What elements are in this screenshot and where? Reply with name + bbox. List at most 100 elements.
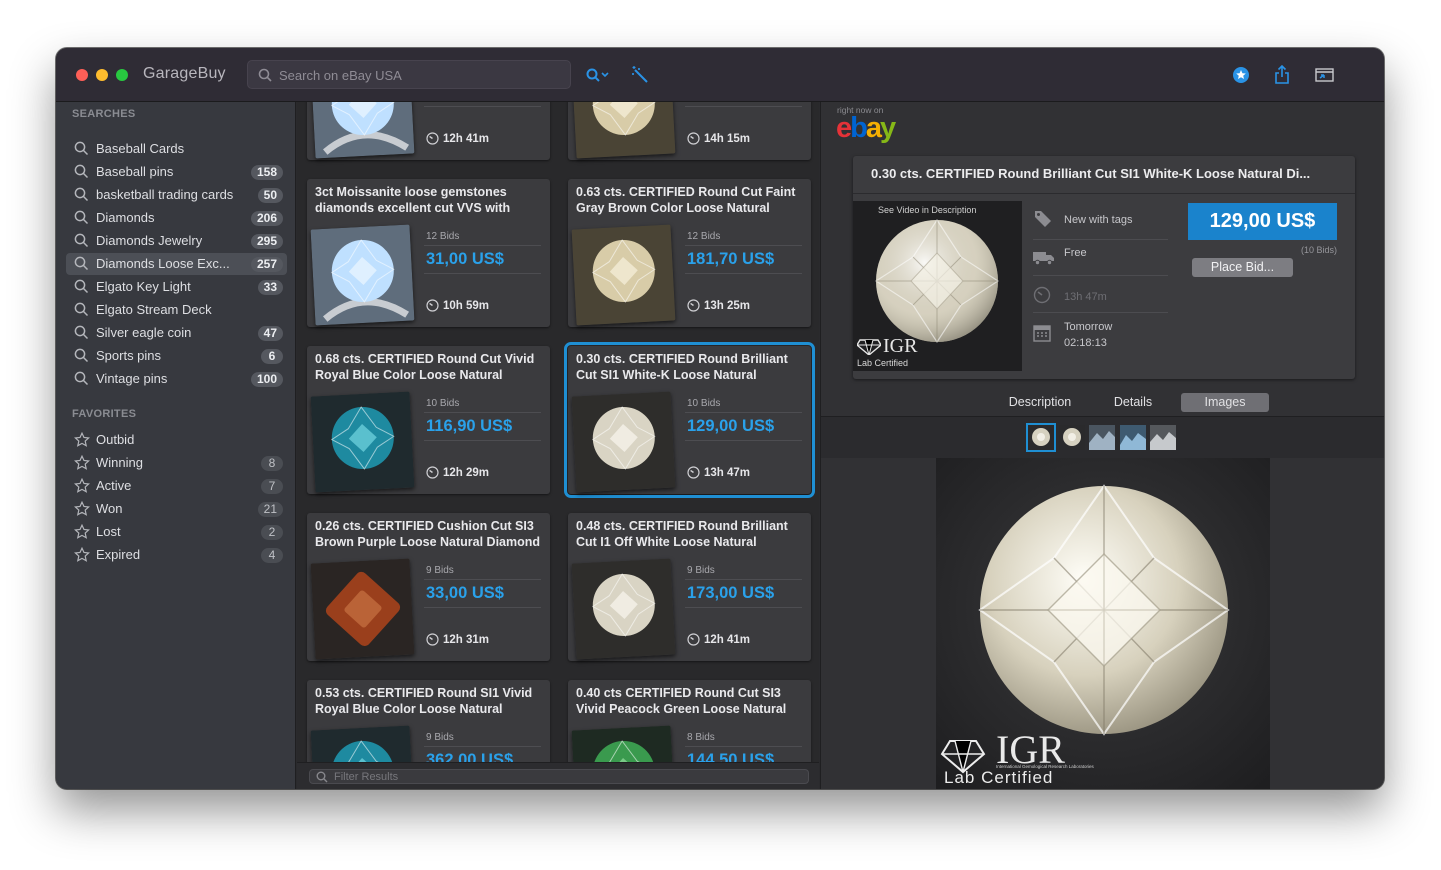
search-label: Silver eagle coin <box>96 325 192 340</box>
image-thumbnail[interactable] <box>1026 423 1056 452</box>
listing-bids: 10 Bids <box>687 398 721 409</box>
count-badge: 47 <box>257 326 283 341</box>
favorites-button[interactable] <box>1229 64 1253 86</box>
listing-card[interactable]: 0.53 cts. CERTIFIED Round SI1 Vivid Roya… <box>307 680 550 762</box>
clock-icon <box>426 633 439 651</box>
count-badge: 100 <box>250 372 283 387</box>
count-badge: 50 <box>257 188 283 203</box>
timer-icon <box>1033 286 1051 304</box>
favorite-item[interactable]: Outbid <box>66 429 287 451</box>
tab-images[interactable]: Images <box>1181 393 1269 412</box>
filter-input[interactable]: Filter Results <box>309 769 809 784</box>
search-item[interactable]: Silver eagle coin 47 <box>66 322 287 344</box>
end-day-text: Tomorrow <box>1064 321 1113 333</box>
lab-certified-text: Lab Certified <box>857 358 909 368</box>
listing-thumbnail <box>310 391 415 493</box>
item-image[interactable]: See Video in Description IGR Lab Certifi… <box>853 201 1022 371</box>
listing-time-left: 12h 29m <box>443 467 490 479</box>
listing-title: 0.26 cts. CERTIFIED Cushion Cut SI3 Brow… <box>315 519 541 549</box>
listing-card[interactable]: 14h 15m <box>568 102 811 160</box>
open-window-button[interactable] <box>1312 64 1338 86</box>
search-label: Elgato Key Light <box>96 279 191 294</box>
count-badge: 4 <box>261 548 283 563</box>
tab-description[interactable]: Description <box>999 393 1081 412</box>
listing-title: 0.63 cts. CERTIFIED Round Cut Faint Gray… <box>576 185 796 215</box>
listing-card[interactable]: 0.48 cts. CERTIFIED Round Brilliant Cut … <box>568 513 811 661</box>
listing-card[interactable]: 3ct Moissanite loose gemstones diamonds … <box>307 179 550 327</box>
count-badge: 158 <box>250 165 283 180</box>
tab-details[interactable]: Details <box>1097 393 1169 412</box>
divider <box>424 579 541 580</box>
favorite-label: Expired <box>96 547 141 562</box>
listing-card[interactable]: 0.68 cts. CERTIFIED Round Cut Vivid Roya… <box>307 346 550 494</box>
count-badge: 295 <box>250 234 283 249</box>
search-item[interactable]: Sports pins 6 <box>66 345 287 367</box>
listing-thumbnail <box>571 391 676 493</box>
search-options-button[interactable] <box>584 64 612 86</box>
count-badge: 21 <box>257 502 283 517</box>
image-thumbnail[interactable] <box>1120 425 1146 450</box>
search-label: Baseball Cards <box>96 141 185 156</box>
count-badge: 8 <box>261 456 283 471</box>
large-item-image[interactable]: IGR International Gemological Research L… <box>936 458 1270 789</box>
favorite-item[interactable]: Expired 4 <box>66 544 287 566</box>
condition-text: New with tags <box>1064 214 1133 226</box>
close-window-button[interactable] <box>76 69 88 81</box>
divider <box>424 746 541 747</box>
listing-card[interactable]: 0.40 cts CERTIFIED Round Cut SI3 Vivid P… <box>568 680 811 762</box>
search-item[interactable]: Baseball pins 158 <box>66 161 287 183</box>
divider <box>424 245 541 246</box>
search-item[interactable]: Baseball Cards <box>66 138 287 160</box>
listing-thumbnail <box>310 725 415 762</box>
search-item[interactable]: Diamonds 206 <box>66 207 287 229</box>
listing-card[interactable]: 12h 41m <box>307 102 550 160</box>
divider <box>424 273 541 274</box>
image-caption: See Video in Description <box>878 205 977 215</box>
search-item[interactable]: basketball trading cards 50 <box>66 184 287 206</box>
search-item[interactable]: Vintage pins 100 <box>66 368 287 390</box>
search-item[interactable]: Elgato Stream Deck <box>66 299 287 321</box>
divider <box>424 412 541 413</box>
app-window: GarageBuy Search on eBay USA SEARCHES Ba… <box>56 48 1384 789</box>
search-label: Diamonds <box>96 210 155 225</box>
count-badge: 257 <box>250 257 283 272</box>
search-icon <box>74 302 89 322</box>
favorite-item[interactable]: Won 21 <box>66 498 287 520</box>
search-item[interactable]: Diamonds Loose Exc... 257 <box>66 253 287 275</box>
share-button[interactable] <box>1270 64 1294 86</box>
ebay-logo: ebay <box>836 112 896 144</box>
magic-wand-button[interactable] <box>628 64 652 86</box>
search-item[interactable]: Elgato Key Light 33 <box>66 276 287 298</box>
image-thumbnail[interactable] <box>1089 425 1115 450</box>
favorite-item[interactable]: Lost 2 <box>66 521 287 543</box>
favorite-item[interactable]: Winning 8 <box>66 452 287 474</box>
search-item[interactable]: Diamonds Jewelry 295 <box>66 230 287 252</box>
divider <box>685 106 802 107</box>
search-icon <box>74 141 89 161</box>
place-bid-button[interactable]: Place Bid... <box>1192 258 1293 277</box>
minimize-window-button[interactable] <box>96 69 108 81</box>
image-thumbnail[interactable] <box>1059 425 1085 450</box>
listing-thumbnail <box>571 224 676 326</box>
listing-card[interactable]: 0.63 cts. CERTIFIED Round Cut Faint Gray… <box>568 179 811 327</box>
star-icon <box>74 500 90 522</box>
search-icon <box>74 348 89 368</box>
search-label: Vintage pins <box>96 371 168 386</box>
image-thumbnail[interactable] <box>1150 425 1176 450</box>
listing-bids: 8 Bids <box>687 732 715 743</box>
zoom-window-button[interactable] <box>116 69 128 81</box>
listing-card[interactable]: 0.30 cts. CERTIFIED Round Brilliant Cut … <box>564 342 815 498</box>
listing-thumbnail <box>310 102 415 159</box>
search-label: Sports pins <box>96 348 162 363</box>
search-input[interactable]: Search on eBay USA <box>247 60 571 89</box>
favorite-label: Winning <box>96 455 143 470</box>
listing-card[interactable]: 0.26 cts. CERTIFIED Cushion Cut SI3 Brow… <box>307 513 550 661</box>
search-icon <box>74 371 89 391</box>
favorite-item[interactable]: Active 7 <box>66 475 287 497</box>
listing-time-left: 12h 41m <box>443 133 490 145</box>
app-title: GarageBuy <box>143 65 226 82</box>
search-label: Elgato Stream Deck <box>96 302 212 317</box>
favorite-label: Lost <box>96 524 121 539</box>
listing-title: 0.53 cts. CERTIFIED Round SI1 Vivid Roya… <box>315 686 533 716</box>
star-icon <box>74 454 90 476</box>
